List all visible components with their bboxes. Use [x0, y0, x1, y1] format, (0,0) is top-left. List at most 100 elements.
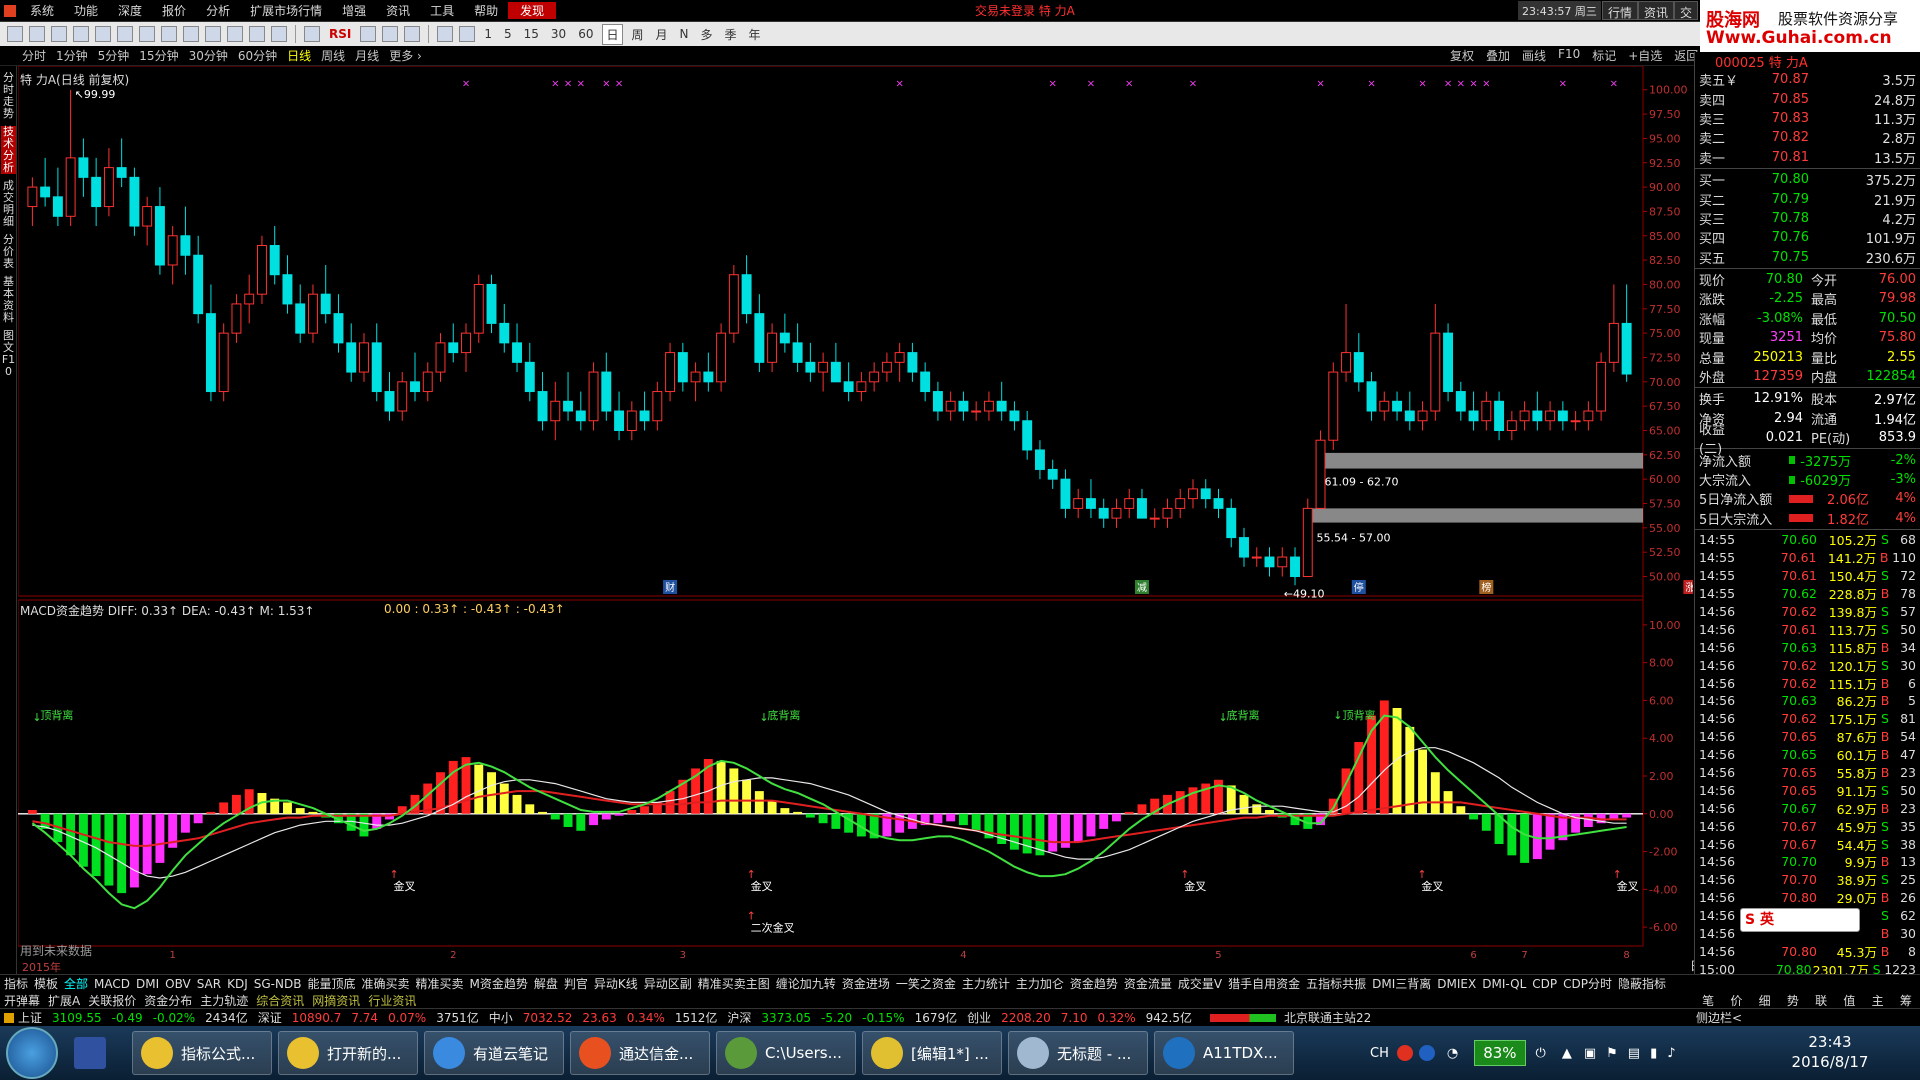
sub-tab[interactable]: 资金分布	[144, 992, 192, 1008]
taskbar-window-button[interactable]: A11TDX...	[1154, 1031, 1294, 1075]
quote-bottom-tab[interactable]: 筹	[1900, 992, 1912, 1008]
indicator-tab[interactable]: CDP	[1532, 977, 1557, 991]
tick-row[interactable]: 14:56 70.65 55.8万 B 23	[1695, 764, 1920, 782]
period-tab-more[interactable]: 更多 ›	[389, 47, 422, 64]
chart-icon[interactable]	[459, 26, 476, 42]
f2-icon[interactable]	[227, 26, 243, 42]
calc-icon[interactable]	[249, 26, 265, 42]
menu-function[interactable]: 功能	[64, 2, 108, 19]
menu-news[interactable]: 资讯	[376, 2, 420, 19]
indicator-tab[interactable]: DMI-QL	[1482, 977, 1526, 991]
period-tab-week[interactable]: 周线	[321, 47, 345, 64]
pencil-icon[interactable]	[404, 26, 421, 42]
tick-row[interactable]: 14:56 70.65 87.6万 B 54	[1695, 728, 1920, 746]
trend-icon[interactable]	[304, 26, 320, 42]
sub-tab[interactable]: 主力轨迹	[200, 992, 248, 1008]
indicator-tab[interactable]: KDJ	[227, 977, 248, 991]
sidebar-toggle[interactable]: 侧边栏<	[1696, 1009, 1742, 1026]
indicator-tab[interactable]: DMI三背离	[1372, 975, 1431, 992]
indicator-tab[interactable]: 解盘	[534, 975, 558, 992]
period-year[interactable]: 年	[746, 25, 764, 44]
view-tab-technical[interactable]: 技术分析	[1, 126, 16, 174]
taskbar-window-button[interactable]: 打开新的...	[278, 1031, 418, 1075]
indicator-tab[interactable]: 模板	[34, 975, 58, 992]
start-button[interactable]	[6, 1027, 58, 1079]
quote-bottom-tab[interactable]: 价	[1730, 992, 1742, 1008]
period-multi[interactable]: 多	[698, 25, 716, 44]
tick-row[interactable]: 14:56 70.67 45.9万 S 35	[1695, 817, 1920, 835]
tick-row[interactable]: 14:55 70.61 141.2万 B 110	[1695, 549, 1920, 567]
period-tab-5min[interactable]: 5分钟	[98, 47, 130, 64]
period-month[interactable]: 月	[653, 25, 671, 44]
menu-tools[interactable]: 工具	[420, 2, 464, 19]
tick-row[interactable]: 14:55 70.62 228.8万 B 78	[1695, 585, 1920, 603]
indicator-tab[interactable]: 异动区副	[644, 975, 692, 992]
period-1min[interactable]: 1	[481, 26, 495, 42]
period-tab-30min[interactable]: 30分钟	[189, 47, 228, 64]
indicator-tab[interactable]: 准确买卖	[361, 975, 409, 992]
indicator-tab[interactable]: 资金流量	[1124, 975, 1172, 992]
network-icon[interactable]: ▣	[1584, 1046, 1596, 1061]
tick-row[interactable]: 14:56 70.80 45.3万 B 8	[1695, 942, 1920, 960]
help-icon[interactable]	[1418, 1045, 1435, 1061]
indicator-tab[interactable]: OBV	[165, 977, 191, 991]
indicator-tab[interactable]: 全部	[64, 975, 88, 992]
indicator-tab[interactable]: SAR	[197, 977, 221, 991]
wifi-icon[interactable]: ◔	[1447, 1046, 1458, 1061]
tick-row[interactable]: 14:56 70.70 9.9万 B 13	[1695, 853, 1920, 871]
tray-arrow-icon[interactable]: ▲	[1562, 1046, 1572, 1061]
menu-help[interactable]: 帮助	[464, 2, 508, 19]
quote-bottom-tab[interactable]: 细	[1759, 992, 1771, 1008]
view-tab-price-table[interactable]: 分价表	[1, 234, 16, 270]
monitor-icon[interactable]: ▤	[1628, 1046, 1640, 1061]
period-tab-60min[interactable]: 60分钟	[238, 47, 277, 64]
overlay-button[interactable]: 叠加	[1486, 47, 1510, 64]
period-tab-day[interactable]: 日线	[287, 47, 311, 64]
indicator-tab[interactable]: 能量顶底	[307, 975, 355, 992]
tick-row[interactable]: 14:55 70.61 150.4万 S 72	[1695, 567, 1920, 585]
line-chart-icon[interactable]	[117, 26, 133, 42]
signal-icon[interactable]: ▮	[1650, 1046, 1657, 1061]
indicator-tab[interactable]: 主力加仑	[1016, 975, 1064, 992]
tick-row[interactable]: 14:56 70.67 62.9万 B 23	[1695, 799, 1920, 817]
flag-icon[interactable]: ⚑	[1606, 1046, 1618, 1061]
menu-extended-market[interactable]: 扩展市场行情	[240, 2, 332, 19]
menu-system[interactable]: 系统	[20, 2, 64, 19]
chart-area[interactable]: 100.00 97.50 95.00 92.50 90.00 87.50 85.00 82.5…	[18, 66, 1693, 986]
taskbar-window-button[interactable]: 无标题 - ...	[1008, 1031, 1148, 1075]
indicator-tab[interactable]: CDP分时	[1563, 975, 1612, 992]
down-icon[interactable]	[51, 26, 67, 42]
quote-bottom-tab[interactable]: 联	[1815, 992, 1827, 1008]
sub-tab[interactable]: 行业资讯	[368, 992, 416, 1008]
rsi-button[interactable]: RSI	[326, 26, 354, 42]
menu-discover[interactable]: 发现	[508, 2, 557, 19]
menu-quote[interactable]: 报价	[152, 2, 196, 19]
period-tab-1min[interactable]: 1分钟	[56, 47, 88, 64]
f10-button[interactable]: F10	[1558, 47, 1580, 64]
sub-tab[interactable]: 开弹幕	[4, 992, 40, 1008]
move-icon[interactable]	[382, 26, 399, 42]
tick-row[interactable]: 14:56 70.65 60.1万 B 47	[1695, 746, 1920, 764]
indicator-tab[interactable]: DMI	[136, 977, 159, 991]
ime-indicator[interactable]: CH	[1370, 1046, 1389, 1061]
tick-row[interactable]: 14:56 70.62 139.8万 S 57	[1695, 603, 1920, 621]
f10-icon[interactable]	[161, 26, 177, 42]
kline-icon[interactable]	[139, 26, 155, 42]
indicator-tab[interactable]: M资金趋势	[470, 975, 528, 992]
sub-tab[interactable]: 关联报价	[88, 992, 136, 1008]
indicator-tab[interactable]: DMIEX	[1437, 977, 1476, 991]
indicator-tab[interactable]: 缠论加九转	[776, 975, 836, 992]
view-tab-f10[interactable]: 图文F10	[1, 330, 16, 378]
taskbar-window-button[interactable]: 指标公式...	[132, 1031, 272, 1075]
indicator-tab[interactable]: 五指标共振	[1306, 975, 1366, 992]
view-tab-trades[interactable]: 成交明细	[1, 180, 16, 228]
period-30min[interactable]: 30	[548, 26, 569, 42]
menu-analysis[interactable]: 分析	[196, 2, 240, 19]
save-icon[interactable]	[66, 1031, 126, 1075]
period-15min[interactable]: 15	[521, 26, 542, 42]
taskbar-window-button[interactable]: 有道云笔记	[424, 1031, 564, 1075]
screen-icon[interactable]	[271, 26, 287, 42]
sub-tab[interactable]: 网摘资讯	[312, 992, 360, 1008]
tick-row[interactable]: 14:56 70.65 91.1万 S 50	[1695, 781, 1920, 799]
indicator-tab[interactable]: 资金进场	[842, 975, 890, 992]
